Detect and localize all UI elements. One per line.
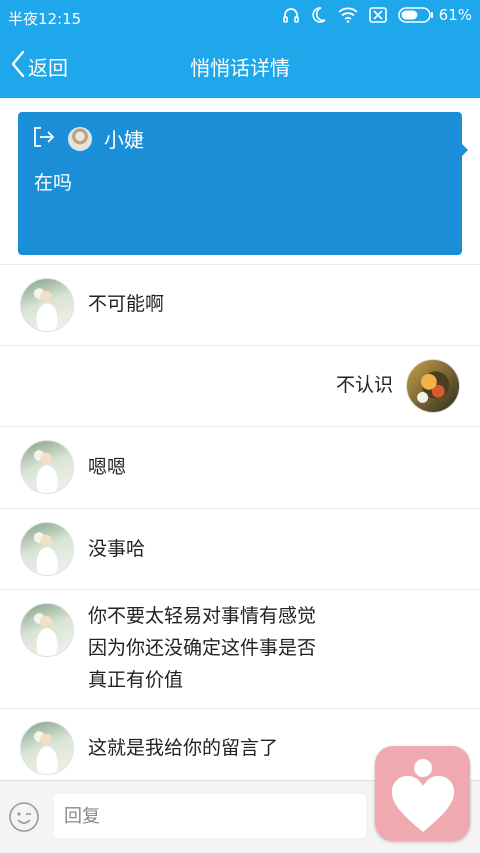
message-text: 嗯嗯: [88, 456, 127, 478]
message-item: 嗯嗯: [0, 427, 480, 508]
moon-icon: [311, 6, 327, 24]
battery-percent: 61%: [438, 6, 472, 24]
message-item: 你不要太轻易对事情有感觉 因为你还没确定这件事是否 真正有价值: [0, 590, 480, 708]
page-title: 悄悄话详情: [190, 56, 290, 80]
reply-input[interactable]: [54, 794, 366, 838]
message-text: 不可能啊: [88, 293, 165, 315]
message-item: 不认识: [0, 346, 480, 426]
emoji-button[interactable]: [8, 801, 40, 833]
smiley-icon: [9, 802, 39, 832]
title-bar: 返回 悄悄话详情: [0, 34, 480, 98]
message-text: 你不要太轻易对事情有感觉 因为你还没确定这件事是否 真正有价值: [88, 600, 316, 696]
message-line: 你不要太轻易对事情有感觉: [88, 605, 317, 627]
my-avatar[interactable]: [406, 359, 460, 413]
sender-avatar[interactable]: [20, 603, 74, 657]
message-text: 没事哈: [88, 538, 146, 560]
message-text: 这就是我给你的留言了: [88, 737, 279, 759]
headphones-icon: [282, 6, 300, 24]
message-item: 不可能啊: [0, 265, 480, 345]
message-text: 不认识: [335, 374, 393, 396]
battery-indicator: 61%: [397, 6, 472, 24]
sender-avatar[interactable]: [20, 721, 74, 775]
status-time: 半夜12:15: [8, 10, 82, 28]
sender-avatar[interactable]: [20, 440, 74, 494]
message-line: 真正有价值: [88, 669, 184, 691]
sender-avatar[interactable]: [20, 278, 74, 332]
reply-arrow-icon: [32, 126, 56, 152]
sender-name: 小婕: [104, 128, 144, 152]
battery-fill: [401, 10, 418, 20]
sender-avatar[interactable]: [20, 522, 74, 576]
status-icons: 61%: [282, 6, 472, 24]
battery-icon: [397, 7, 433, 23]
message-item: 没事哈: [0, 509, 480, 589]
original-message-text: 在吗: [34, 172, 73, 194]
heart-person-icon: [391, 759, 455, 832]
wifi-icon: [338, 7, 358, 23]
heart-app-shortcut[interactable]: [375, 746, 470, 841]
sim-off-icon: [368, 7, 387, 23]
message-line: 因为你还没确定这件事是否: [88, 637, 317, 659]
conversation: 小婕 在吗 不可能啊 不认识 嗯嗯 没事哈 你不要太轻易对事情有感觉 因为你还没…: [0, 98, 480, 780]
sender-avatar[interactable]: [68, 126, 92, 151]
original-message-card[interactable]: 小婕 在吗: [18, 112, 468, 255]
status-bar: 半夜12:15 61%: [0, 0, 480, 34]
original-message-header: 小婕: [32, 124, 144, 153]
